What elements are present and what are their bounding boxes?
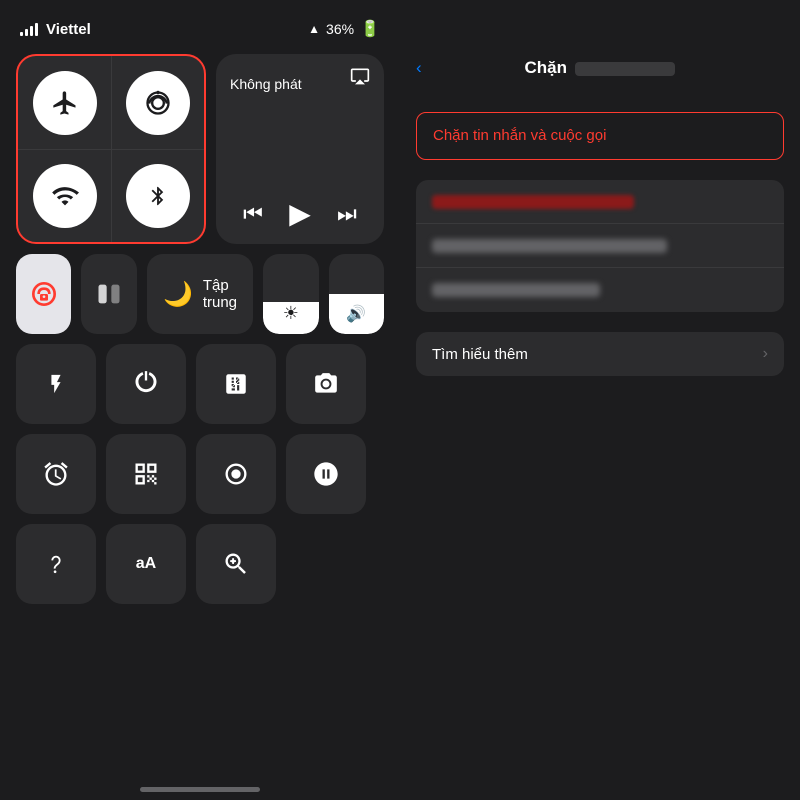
battery-icon: 🔋 [360,19,380,39]
qrcode-icon [132,460,160,488]
home-indicator [140,787,260,792]
bluetooth-icon [147,182,169,210]
hearing-button[interactable] [16,524,96,604]
block-messages-calls-option[interactable]: Chặn tin nhắn và cuộc gọi [416,112,784,160]
airplane-mode-button[interactable] [18,56,111,149]
textsize-label: aA [136,555,156,573]
status-bar: Viettel ▲ 36% 🔋 [16,14,384,44]
previous-button[interactable]: ⏮ [243,201,263,227]
camera-icon [312,371,340,397]
cellular-icon [144,89,172,117]
textsize-button[interactable]: aA [106,524,186,604]
airplane-icon [51,89,79,117]
magnifier-icon [222,550,250,578]
calculator-button[interactable] [196,344,276,424]
connectivity-block [16,54,206,244]
qrcode-button[interactable] [106,434,186,514]
signal-bar-4 [35,23,38,36]
lock-rotation-button[interactable] [16,254,71,334]
row-3 [16,344,384,424]
battery-percent: 36% [326,21,354,37]
signal-bar-1 [20,32,23,36]
wifi-button[interactable] [18,149,111,242]
row-5: aA [16,524,384,604]
flashlight-button[interactable] [16,344,96,424]
camera-button[interactable] [286,344,366,424]
wifi-icon [51,182,79,210]
control-grid: Không phát ⏮ ▶ ⏭ [16,54,384,604]
cellular-button[interactable] [111,56,204,149]
wifi-icon-circle [33,164,97,228]
calculator-icon [223,370,249,398]
airplane-icon-circle [33,71,97,135]
volume-icon: 🔊 [346,304,366,324]
bluetooth-button[interactable] [111,149,204,242]
signal-bar-2 [25,29,28,36]
focus-button[interactable]: 🌙 Tập trung [147,254,253,334]
chevron-right-icon: › [763,345,768,363]
signal-bar-3 [30,26,33,36]
flashlight-icon [45,370,67,398]
alarm-button[interactable] [16,434,96,514]
learn-more-button[interactable]: Tìm hiểu thêm › [416,332,784,376]
magnifier-button[interactable] [196,524,276,604]
blurred-options-list [416,180,784,312]
block-contact-panel: ‹ Chặn Chặn tin nhắn và cuộc gọi Tìm hiể… [400,0,800,800]
header-title-area: Chặn [525,58,676,78]
back-chevron: ‹ [416,58,422,78]
media-controls: ⏮ ▶ ⏭ [230,197,370,234]
lock-rotation-icon [28,278,60,310]
play-button[interactable]: ▶ [289,197,311,230]
blurred-content-2 [432,239,667,253]
blurred-row-3 [416,268,784,312]
signal-bars [20,22,38,36]
carrier-name: Viettel [46,21,91,38]
header-title: Chặn [525,58,568,77]
blurred-row-2 [416,224,784,268]
alarm-icon [42,460,70,488]
next-button[interactable]: ⏭ [337,201,357,227]
row-1: Không phát ⏮ ▶ ⏭ [16,54,384,244]
header-contact-name-blurred [575,62,675,76]
status-right: ▲ 36% 🔋 [308,19,380,39]
hearing-icon [45,550,67,578]
shazam-icon [312,460,340,488]
cellular-icon-circle [126,71,190,135]
location-icon: ▲ [308,22,320,36]
row-4 [16,434,384,514]
timer-icon [132,370,160,398]
brightness-icon: ☀ [283,303,299,324]
record-button[interactable] [196,434,276,514]
row-2: 🌙 Tập trung ☀ 🔊 [16,254,384,334]
blurred-content-3 [432,283,600,297]
mirror-button[interactable] [81,254,136,334]
learn-more-text: Tìm hiểu thêm [432,346,528,363]
focus-label: Tập trung [203,277,237,311]
right-status-bar [400,0,800,44]
record-icon [222,460,250,488]
volume-slider[interactable]: 🔊 [329,254,384,334]
bluetooth-icon-circle [126,164,190,228]
status-left: Viettel [20,21,91,38]
back-button[interactable]: ‹ [416,58,422,78]
blurred-row-1 [416,180,784,224]
brightness-slider[interactable]: ☀ [263,254,318,334]
red-blurred-content [432,195,634,209]
airplay-svg [350,66,370,86]
right-header: ‹ Chặn [400,44,800,92]
media-title: Không phát [230,76,370,92]
mirror-icon [95,280,123,308]
block-option-text: Chặn tin nhắn và cuộc gọi [433,127,606,144]
timer-button[interactable] [106,344,186,424]
airplay-icon[interactable] [350,66,370,91]
media-player: Không phát ⏮ ▶ ⏭ [216,54,384,244]
control-center-panel: Viettel ▲ 36% 🔋 [0,0,400,800]
shazam-button[interactable] [286,434,366,514]
moon-icon: 🌙 [163,280,193,309]
learn-more-section: Tìm hiểu thêm › [416,332,784,376]
